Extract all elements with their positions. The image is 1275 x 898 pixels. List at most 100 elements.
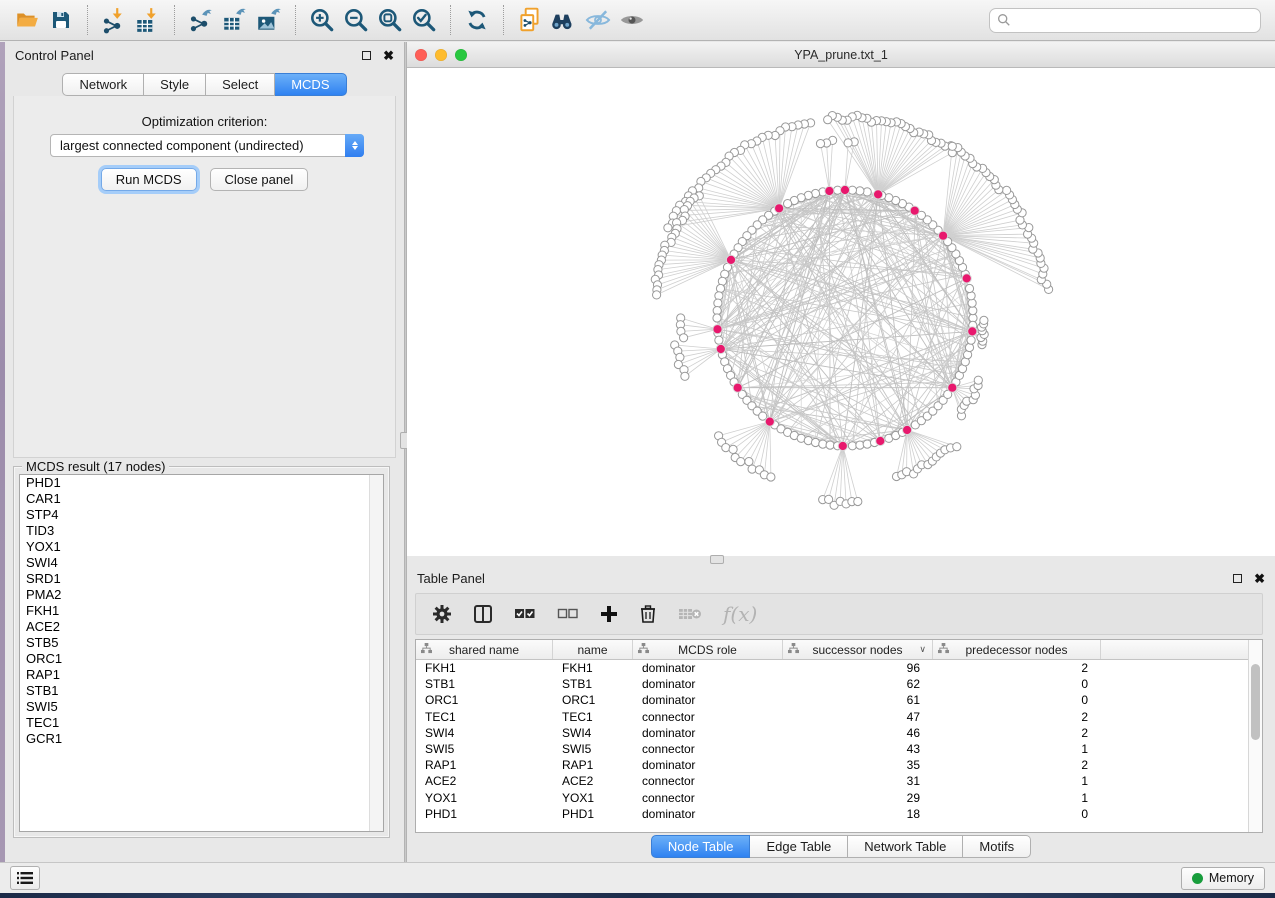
delete-table-icon[interactable] (678, 606, 702, 622)
table-row[interactable]: STB1STB1dominator620 (416, 676, 1248, 692)
table-row[interactable]: SWI5SWI5connector431 (416, 741, 1248, 757)
mcds-node-item[interactable]: SRD1 (20, 571, 383, 587)
table-cell[interactable]: connector (633, 773, 783, 789)
tab-select[interactable]: Select (206, 73, 275, 96)
table-row[interactable]: YOX1YOX1connector291 (416, 790, 1248, 806)
column-header-MCDS-role[interactable]: MCDS role (633, 640, 783, 659)
table-cell[interactable]: 1 (933, 790, 1101, 806)
zoom-out-icon[interactable] (339, 4, 373, 36)
show-all-icon[interactable] (615, 4, 649, 36)
table-cell[interactable]: PHD1 (416, 806, 553, 822)
mcds-node-item[interactable]: YOX1 (20, 539, 383, 555)
table-cell[interactable]: 29 (783, 790, 933, 806)
unselect-all-columns-icon[interactable] (557, 607, 579, 621)
delete-column-icon[interactable] (639, 604, 657, 624)
float-window-icon[interactable] (362, 51, 371, 60)
table-cell[interactable]: 35 (783, 757, 933, 773)
mcds-node-item[interactable]: SWI4 (20, 555, 383, 571)
table-cell[interactable]: TEC1 (416, 709, 553, 725)
mcds-node-item[interactable]: TEC1 (20, 715, 383, 731)
mcds-node-item[interactable]: TID3 (20, 523, 383, 539)
network-canvas[interactable] (407, 68, 1275, 556)
table-cell[interactable]: ACE2 (416, 773, 553, 789)
table-cell[interactable]: 0 (933, 676, 1101, 692)
table-cell[interactable]: RAP1 (416, 757, 553, 773)
tab-edge-table[interactable]: Edge Table (750, 835, 848, 858)
table-cell[interactable]: 96 (783, 660, 933, 676)
mcds-node-item[interactable]: STB5 (20, 635, 383, 651)
mcds-result-list[interactable]: PHD1CAR1STP4TID3YOX1SWI4SRD1PMA2FKH1ACE2… (19, 474, 384, 832)
table-cell[interactable]: FKH1 (416, 660, 553, 676)
table-row[interactable]: RAP1RAP1dominator352 (416, 757, 1248, 773)
mcds-list-scrollbar[interactable] (369, 475, 383, 831)
column-header-shared-name[interactable]: shared name (416, 640, 553, 659)
tab-network[interactable]: Network (62, 73, 144, 96)
node-table[interactable]: shared namenameMCDS rolesuccessor nodes∨… (415, 639, 1263, 833)
mcds-node-item[interactable]: SWI5 (20, 699, 383, 715)
table-cell[interactable]: 0 (933, 692, 1101, 708)
search-network-icon[interactable] (547, 4, 581, 36)
table-cell[interactable]: TEC1 (553, 709, 633, 725)
zoom-fit-icon[interactable] (373, 4, 407, 36)
table-cell[interactable]: 1 (933, 773, 1101, 789)
tab-motifs[interactable]: Motifs (963, 835, 1031, 858)
mcds-node-item[interactable]: GCR1 (20, 731, 383, 747)
open-file-icon[interactable] (10, 4, 44, 36)
mcds-node-item[interactable]: ACE2 (20, 619, 383, 635)
table-settings-gear-icon[interactable] (432, 604, 452, 624)
close-panel-button[interactable]: Close panel (210, 168, 309, 191)
table-cell[interactable]: 61 (783, 692, 933, 708)
export-table-icon[interactable] (218, 4, 252, 36)
table-cell[interactable]: ORC1 (553, 692, 633, 708)
table-cell[interactable]: 2 (933, 660, 1101, 676)
table-cell[interactable]: PHD1 (553, 806, 633, 822)
export-image-icon[interactable] (252, 4, 286, 36)
table-cell[interactable]: ACE2 (553, 773, 633, 789)
table-cell[interactable]: SWI5 (553, 741, 633, 757)
table-cell[interactable]: ORC1 (416, 692, 553, 708)
table-cell[interactable]: 47 (783, 709, 933, 725)
tab-style[interactable]: Style (144, 73, 206, 96)
refresh-icon[interactable] (460, 4, 494, 36)
import-network-icon[interactable] (97, 4, 131, 36)
table-cell[interactable]: YOX1 (553, 790, 633, 806)
table-cell[interactable]: YOX1 (416, 790, 553, 806)
table-cell[interactable]: 0 (933, 806, 1101, 822)
tab-network-table[interactable]: Network Table (848, 835, 963, 858)
show-column-panel-icon[interactable] (473, 604, 493, 624)
column-header-name[interactable]: name (553, 640, 633, 659)
table-scrollbar-thumb[interactable] (1251, 664, 1260, 740)
table-row[interactable]: FKH1FKH1dominator962 (416, 660, 1248, 676)
import-table-icon[interactable] (131, 4, 165, 36)
optimization-criterion-select[interactable]: largest connected component (undirected) (50, 134, 364, 157)
save-session-icon[interactable] (44, 4, 78, 36)
table-scrollbar[interactable] (1248, 640, 1262, 832)
mcds-node-item[interactable]: STB1 (20, 683, 383, 699)
table-cell[interactable]: SWI4 (416, 725, 553, 741)
export-network-icon[interactable] (184, 4, 218, 36)
run-mcds-button[interactable]: Run MCDS (101, 168, 197, 191)
table-cell[interactable]: STB1 (416, 676, 553, 692)
table-cell[interactable]: 43 (783, 741, 933, 757)
table-cell[interactable]: dominator (633, 725, 783, 741)
table-cell[interactable]: dominator (633, 806, 783, 822)
mcds-node-item[interactable]: PMA2 (20, 587, 383, 603)
table-row[interactable]: ORC1ORC1dominator610 (416, 692, 1248, 708)
mcds-node-item[interactable]: PHD1 (20, 475, 383, 491)
mcds-node-item[interactable]: FKH1 (20, 603, 383, 619)
table-cell[interactable]: 62 (783, 676, 933, 692)
table-cell[interactable]: FKH1 (553, 660, 633, 676)
table-row[interactable]: SWI4SWI4dominator462 (416, 725, 1248, 741)
search-field[interactable] (989, 8, 1261, 33)
zoom-selected-icon[interactable] (407, 4, 441, 36)
create-column-icon[interactable] (600, 605, 618, 623)
clone-network-icon[interactable] (513, 4, 547, 36)
select-all-columns-icon[interactable] (514, 607, 536, 621)
table-cell[interactable]: SWI4 (553, 725, 633, 741)
table-row[interactable]: PHD1PHD1dominator180 (416, 806, 1248, 822)
table-cell[interactable]: connector (633, 741, 783, 757)
mcds-node-item[interactable]: CAR1 (20, 491, 383, 507)
horizontal-splitter-grip[interactable] (710, 555, 724, 564)
table-cell[interactable]: 18 (783, 806, 933, 822)
function-builder-icon[interactable]: f(x) (723, 602, 757, 626)
